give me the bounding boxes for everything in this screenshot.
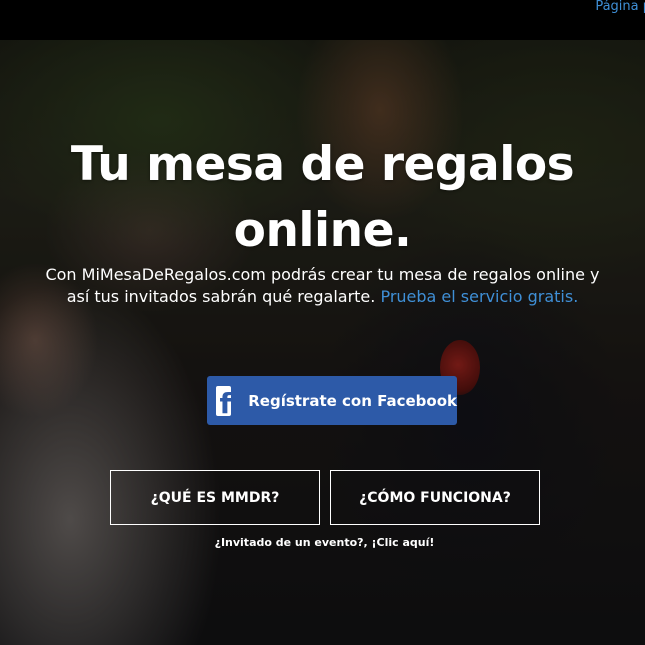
facebook-signup-label: Regístrate con Facebook: [248, 391, 457, 410]
what-is-mmdr-button[interactable]: ¿QUÉ ES MMDR?: [110, 470, 320, 525]
free-trial-link[interactable]: Prueba el servicio gratis.: [380, 287, 578, 306]
how-it-works-label: ¿CÓMO FUNCIONA?: [359, 489, 511, 506]
headline-line-1: Tu mesa de regalos: [70, 137, 575, 192]
description-line-2: así tus invitados sabrán qué regalarte.: [66, 287, 376, 306]
how-it-works-button[interactable]: ¿CÓMO FUNCIONA?: [330, 470, 540, 525]
hero-headline: Tu mesa de regalos online.: [0, 132, 645, 264]
top-page-link[interactable]: Página p: [595, 0, 645, 14]
headline-line-2: online.: [233, 203, 412, 258]
top-bar: Página p: [0, 0, 645, 40]
facebook-icon: f: [216, 385, 232, 416]
facebook-glyph: f: [219, 386, 232, 416]
what-is-mmdr-label: ¿QUÉ ES MMDR?: [150, 489, 280, 506]
hero-description: Con MiMesaDeRegalos.com podrás crear tu …: [10, 264, 635, 308]
guest-event-link[interactable]: ¿Invitado de un evento?, ¡Clic aquí!: [0, 536, 645, 549]
description-line-1: Con MiMesaDeRegalos.com podrás crear tu …: [45, 265, 600, 284]
facebook-signup-button[interactable]: f Regístrate con Facebook: [207, 376, 457, 425]
